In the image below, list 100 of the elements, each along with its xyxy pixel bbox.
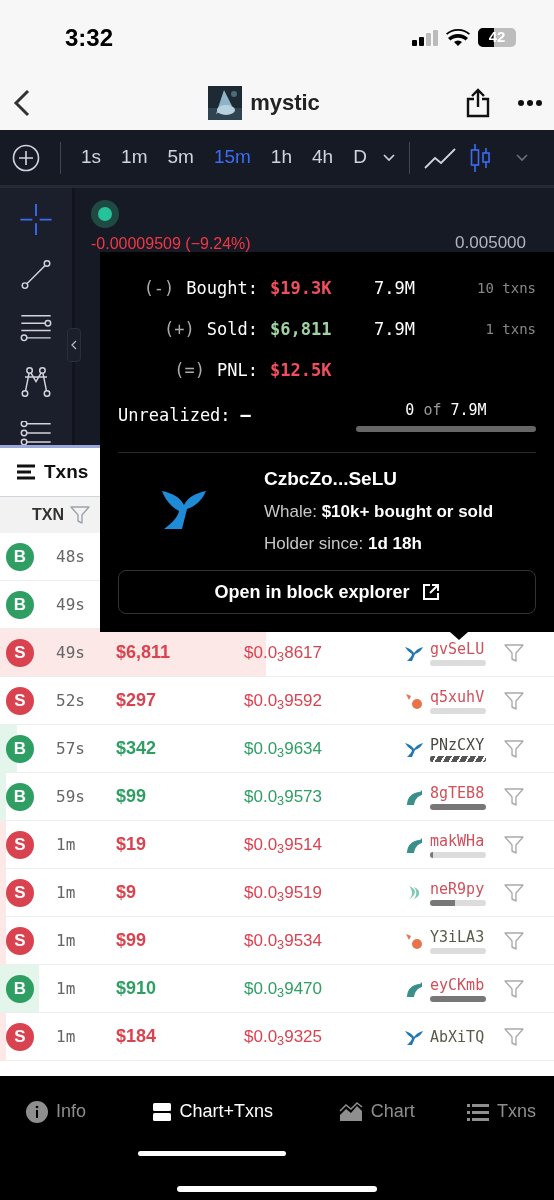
amount-cell-text: $6,811 xyxy=(116,641,172,664)
interval-tab[interactable]: 15m xyxy=(213,143,251,172)
stat-label: Sold: xyxy=(206,317,258,341)
price-change: -0.00009509 (−9.24%) xyxy=(91,233,251,254)
wallet-address: CzbcZo...SeLU xyxy=(264,466,398,491)
interval-tab[interactable]: 1h xyxy=(270,143,292,172)
time-cell-text: 57s xyxy=(56,737,86,760)
crosshair-icon[interactable] xyxy=(19,204,53,236)
status-time: 3:32 xyxy=(65,22,114,53)
side-badge: S xyxy=(6,878,34,907)
amount-cell-text: $184 xyxy=(116,1025,158,1048)
back-icon[interactable] xyxy=(12,87,32,118)
amount-cell-text: $910 xyxy=(116,977,158,1000)
interval-tab[interactable]: 1s xyxy=(81,143,102,172)
time-cell-text: 1m xyxy=(56,1025,77,1048)
nav-tab[interactable]: Txns xyxy=(467,1098,536,1125)
time-cell-text: 59s xyxy=(56,785,86,808)
side-badge: B xyxy=(6,542,34,571)
whale-description: Whale: $10k+ bought or sold xyxy=(264,501,494,523)
trader-name[interactable]: gvSeLU xyxy=(430,639,486,658)
holding-bar xyxy=(430,947,486,954)
time-cell-text: 1m xyxy=(56,881,77,904)
stat-label: PNL: xyxy=(217,358,258,382)
area-chart-icon xyxy=(338,1101,363,1122)
interval-tab[interactable]: 1m xyxy=(121,143,148,172)
chevron-left-icon[interactable] xyxy=(71,340,77,350)
nav-tab[interactable]: Chart+Txns xyxy=(138,1098,287,1156)
filter-icon[interactable] xyxy=(504,787,524,806)
line-chart-icon[interactable] xyxy=(423,145,456,170)
add-icon[interactable] xyxy=(12,143,40,172)
panel-title[interactable]: Txns xyxy=(44,457,89,487)
side-badge: B xyxy=(6,590,34,619)
nav-tab[interactable]: Info xyxy=(26,1098,87,1125)
price-axis-label: 0.005000 xyxy=(455,232,526,254)
trader-name[interactable]: makWHa xyxy=(430,831,486,850)
side-badge: S xyxy=(6,1022,34,1051)
amount-cell-text: $99 xyxy=(116,929,148,952)
trader-name[interactable]: 8gTEB8 xyxy=(430,783,486,802)
filter-icon[interactable] xyxy=(504,1027,524,1046)
filter-icon[interactable] xyxy=(504,979,524,998)
split-view-icon xyxy=(151,1101,172,1122)
trader-name[interactable]: neR9py xyxy=(430,879,486,898)
unrealized-label: Unrealized: xyxy=(118,403,231,427)
interval-tab[interactable]: 5m xyxy=(167,143,194,172)
trader-name[interactable]: PNzCXY xyxy=(430,735,486,754)
more-icon[interactable] xyxy=(518,99,542,106)
trader-name[interactable]: q5xuhV xyxy=(430,687,486,706)
trader-name[interactable]: Y3iLA3 xyxy=(430,927,486,946)
price-cell-text: $0.0$_{3}$9325 xyxy=(244,1025,323,1050)
menu-icon[interactable] xyxy=(16,464,36,480)
filter-icon[interactable] xyxy=(504,739,524,758)
nav-tab[interactable]: Chart xyxy=(338,1098,415,1125)
pattern-icon[interactable] xyxy=(19,365,53,398)
side-badge: B xyxy=(6,734,34,763)
filter-icon[interactable] xyxy=(70,506,90,524)
trader-name[interactable]: AbXiTQ xyxy=(430,1027,486,1046)
stat-value: $19.3K xyxy=(270,276,333,300)
share-icon[interactable] xyxy=(466,87,490,118)
wifi-icon xyxy=(446,28,470,47)
trader-name[interactable]: eyCKmb xyxy=(430,975,486,994)
holding-bar xyxy=(430,803,486,810)
time-cell-text: 48s xyxy=(56,545,86,568)
shrimp-icon xyxy=(404,931,424,950)
stat-amount: 7.9M xyxy=(374,317,415,341)
stat-sign: (=) xyxy=(174,358,206,382)
price-cell-text: $0.0$_{3}$9514 xyxy=(244,833,323,858)
time-cell-text: 1m xyxy=(56,929,77,952)
price-cell-text: $0.0$_{3}$9519 xyxy=(244,881,323,906)
unrealized-value: – xyxy=(240,403,251,427)
time-cell-text: 52s xyxy=(56,689,86,712)
price-cell-text: $0.0$_{3}$9573 xyxy=(244,785,323,810)
stat-value: $6,811 xyxy=(270,317,333,341)
filter-icon[interactable] xyxy=(504,835,524,854)
holding-bar xyxy=(430,851,486,858)
horizontal-lines-icon[interactable] xyxy=(19,314,53,342)
amount-cell-text: $99 xyxy=(116,785,148,808)
side-badge: B xyxy=(6,782,34,811)
stat-label: Bought: xyxy=(186,276,258,300)
filter-icon[interactable] xyxy=(504,691,524,710)
holding-bar xyxy=(430,995,486,1002)
price-cell-text: $0.0$_{3}$9534 xyxy=(244,929,323,954)
candlestick-icon[interactable] xyxy=(469,142,492,173)
trend-line-icon[interactable] xyxy=(19,259,53,291)
whale-tail-icon xyxy=(160,489,208,532)
amount-cell-text: $297 xyxy=(116,689,158,712)
block-explorer-button[interactable]: Open in block explorer xyxy=(118,570,536,614)
holding-bar xyxy=(430,899,486,906)
filter-icon[interactable] xyxy=(504,883,524,902)
holding-amount: 0 of 7.9M xyxy=(405,400,487,421)
time-cell-text: 49s xyxy=(56,641,86,664)
stat-sign: (-) xyxy=(143,276,175,300)
holding-bar xyxy=(430,755,486,762)
fib-tool-icon[interactable] xyxy=(19,421,53,445)
txn-count: 1 txns xyxy=(485,320,536,339)
stat-sign: (+) xyxy=(164,317,195,341)
interval-tab[interactable]: D xyxy=(353,143,367,172)
interval-tab[interactable]: 4h xyxy=(312,143,334,172)
time-cell-text: 1m xyxy=(56,977,77,1000)
filter-icon[interactable] xyxy=(504,643,524,662)
filter-icon[interactable] xyxy=(504,931,524,950)
